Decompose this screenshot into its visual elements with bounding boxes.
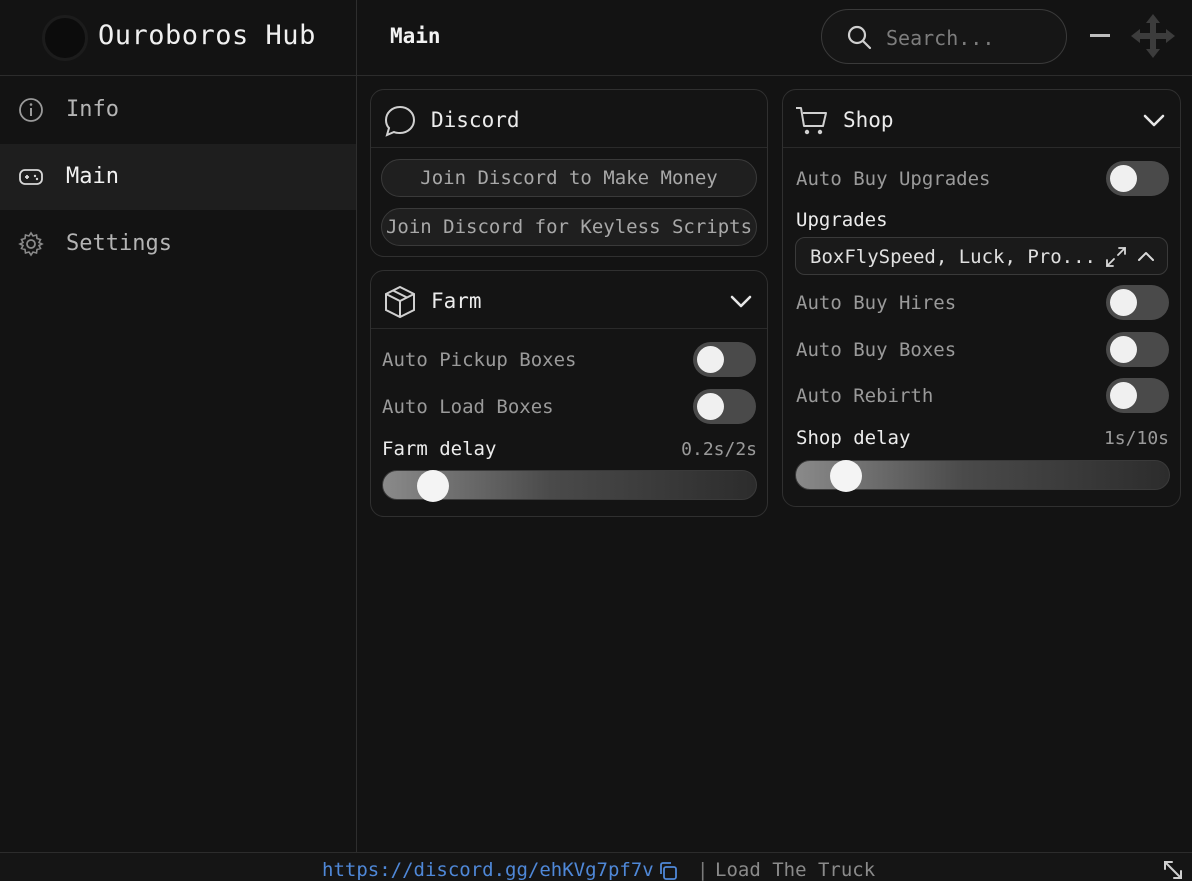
chevron-up-icon[interactable] xyxy=(1137,247,1155,265)
farm-section-title: Farm xyxy=(431,289,482,313)
chat-bubble-icon xyxy=(384,105,416,137)
toggle-knob xyxy=(1110,336,1137,363)
join-discord-keyless-button[interactable]: Join Discord for Keyless Scripts xyxy=(381,208,757,246)
chevron-down-icon[interactable] xyxy=(1142,108,1166,132)
shop-delay-slider[interactable] xyxy=(795,460,1170,492)
sidebar-item-main[interactable]: Main xyxy=(0,144,356,210)
game-name: Load The Truck xyxy=(715,859,876,881)
auto-load-boxes-label: Auto Load Boxes xyxy=(382,396,554,418)
app-title: Ouroboros Hub xyxy=(98,20,316,51)
upgrades-dropdown[interactable]: BoxFlySpeed, Luck, Pro... xyxy=(795,237,1168,275)
brand: Ouroboros Hub xyxy=(0,0,356,76)
sidebar-item-label: Info xyxy=(66,97,119,122)
expand-icon[interactable] xyxy=(1105,246,1127,268)
sidebar-item-info[interactable]: Info xyxy=(0,77,356,143)
slider-thumb[interactable] xyxy=(417,470,450,502)
shop-section-title: Shop xyxy=(843,108,894,132)
copy-icon[interactable] xyxy=(658,861,678,881)
ouroboros-logo-icon xyxy=(42,15,88,61)
auto-buy-upgrades-label: Auto Buy Upgrades xyxy=(796,168,991,190)
upgrades-dropdown-value: BoxFlySpeed, Luck, Pro... xyxy=(810,246,1096,268)
shopping-cart-icon xyxy=(796,107,827,135)
top-bar: Ouroboros Hub Main Search... xyxy=(0,0,1192,76)
discord-section: Discord Join Discord to Make Money Join … xyxy=(370,89,768,257)
farm-delay-slider[interactable] xyxy=(382,470,757,502)
farm-section-header[interactable]: Farm xyxy=(371,271,767,329)
farm-delay-label: Farm delay xyxy=(382,438,497,460)
auto-buy-hires-label: Auto Buy Hires xyxy=(796,292,957,314)
upgrades-label: Upgrades xyxy=(796,209,888,231)
shop-delay-value: 1s/10s xyxy=(1103,428,1169,449)
farm-delay-value: 0.2s/2s xyxy=(681,439,757,460)
sidebar-item-label: Main xyxy=(66,164,119,189)
sidebar-divider xyxy=(356,0,357,852)
search-icon xyxy=(847,25,872,50)
auto-buy-hires-toggle[interactable] xyxy=(1106,285,1169,320)
auto-buy-boxes-label: Auto Buy Boxes xyxy=(796,339,957,361)
toggle-knob xyxy=(1110,165,1137,192)
toggle-knob xyxy=(697,393,724,420)
gamepad-icon xyxy=(19,169,43,185)
discord-section-header: Discord xyxy=(371,90,767,148)
resize-icon[interactable] xyxy=(1162,859,1184,881)
toggle-knob xyxy=(1110,382,1137,409)
info-icon xyxy=(19,98,43,122)
move-icon[interactable] xyxy=(1131,14,1175,58)
footer-bar: https://discord.gg/ehKVg7pf7v | Load The… xyxy=(0,852,1192,881)
shop-section-header[interactable]: Shop xyxy=(783,90,1180,148)
minimize-button[interactable] xyxy=(1090,34,1110,37)
chevron-down-icon[interactable] xyxy=(729,289,753,313)
sidebar: Info Main Settings xyxy=(0,77,356,852)
search-input[interactable]: Search... xyxy=(886,26,994,50)
discord-invite-link[interactable]: https://discord.gg/ehKVg7pf7v xyxy=(322,859,654,881)
search-box[interactable]: Search... xyxy=(821,9,1067,64)
shop-delay-label: Shop delay xyxy=(796,427,911,449)
auto-buy-boxes-toggle[interactable] xyxy=(1106,332,1169,367)
slider-thumb[interactable] xyxy=(830,460,863,492)
box-icon xyxy=(385,285,415,319)
auto-pickup-boxes-toggle[interactable] xyxy=(693,342,756,377)
footer-separator: | xyxy=(697,859,709,881)
auto-pickup-boxes-label: Auto Pickup Boxes xyxy=(382,349,577,371)
gear-icon xyxy=(18,231,44,257)
page-title: Main xyxy=(390,24,441,48)
auto-rebirth-label: Auto Rebirth xyxy=(796,385,934,407)
auto-load-boxes-toggle[interactable] xyxy=(693,389,756,424)
toggle-knob xyxy=(697,346,724,373)
sidebar-item-settings[interactable]: Settings xyxy=(0,211,356,277)
sidebar-item-label: Settings xyxy=(66,231,172,256)
join-discord-money-button[interactable]: Join Discord to Make Money xyxy=(381,159,757,197)
farm-section: Farm Auto Pickup Boxes Auto Load Boxes F… xyxy=(370,270,768,517)
shop-section: Shop Auto Buy Upgrades Upgrades BoxFlySp… xyxy=(782,89,1181,507)
discord-section-title: Discord xyxy=(431,108,520,132)
toggle-knob xyxy=(1110,289,1137,316)
auto-rebirth-toggle[interactable] xyxy=(1106,378,1169,413)
auto-buy-upgrades-toggle[interactable] xyxy=(1106,161,1169,196)
